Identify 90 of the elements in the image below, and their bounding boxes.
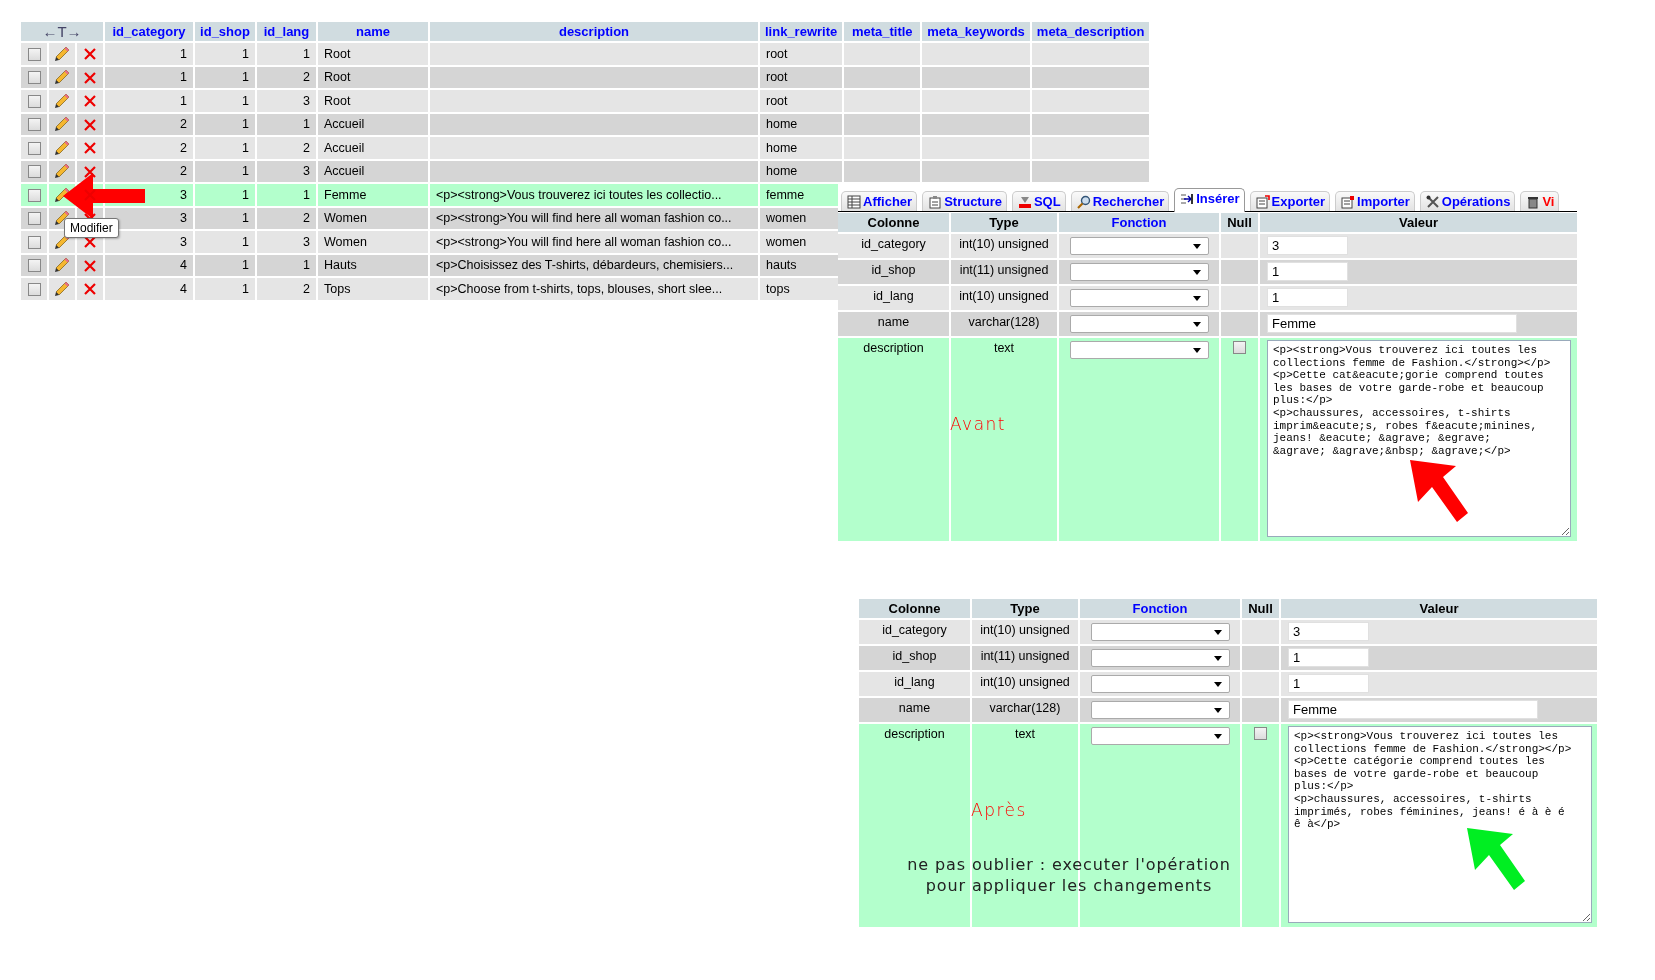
table-cell-text: 2	[179, 139, 188, 157]
note-text: pour appliquer les changements	[925, 875, 1213, 896]
column-header: Null	[1242, 599, 1279, 618]
table-cell-text: 1	[241, 280, 250, 298]
table-cell-text: 1	[241, 233, 250, 251]
table-cell-text: 4	[179, 280, 188, 298]
table-cell-text: 1	[302, 116, 311, 134]
table-cell-text: 3	[179, 186, 188, 204]
table-cell-text: 1	[241, 139, 250, 157]
table-cell-text: 1	[241, 163, 250, 181]
table-cell: varchar(128)	[951, 312, 1057, 336]
table-cell-text: home	[765, 139, 799, 157]
table-cell-text: 1	[302, 257, 311, 275]
table-cell-text: Root	[323, 45, 352, 63]
table-cell: int(11) unsigned	[972, 646, 1078, 670]
table-cell-text: Root	[323, 92, 352, 110]
table-cell-text: Women	[323, 233, 368, 251]
table-cell-text: Women	[323, 210, 368, 228]
table-cell-text: 1	[241, 45, 250, 63]
table-cell-text: 2	[179, 116, 188, 134]
table-cell-text: 1	[241, 116, 250, 134]
table-cell-text: root	[765, 45, 789, 63]
table-cell-text: <p><strong>Vous trouverez ici toutes les collectio...	[435, 186, 723, 204]
table-cell-text: 1	[241, 92, 250, 110]
table-cell: int(11) unsigned	[951, 260, 1057, 284]
table-cell: name	[838, 312, 949, 336]
table-cell-text: 2	[302, 280, 311, 298]
column-header: Colonne	[859, 599, 970, 618]
table-cell-text: <p>Choose from t-shirts, tops, blouses, short slee...	[435, 280, 724, 298]
table-cell-text: 1	[241, 186, 250, 204]
table-cell-text: Accueil	[323, 116, 366, 134]
column-header: Valeur	[1260, 213, 1577, 232]
tooltip: Modifier	[64, 218, 119, 238]
table-cell-text: 2	[302, 139, 311, 157]
table-cell: varchar(128)	[972, 698, 1078, 722]
table-cell-text: 1	[241, 257, 250, 275]
table-cell: int(10) unsigned	[972, 672, 1078, 696]
table-cell: id_category	[838, 234, 949, 258]
column-header: Valeur	[1281, 599, 1597, 618]
table-cell: int(10) unsigned	[951, 234, 1057, 258]
table-cell-text: Accueil	[323, 163, 366, 181]
table-cell-text: 3	[179, 233, 188, 251]
column-resize-header: ←T→	[21, 22, 103, 41]
table-cell-text: 2	[302, 210, 311, 228]
table-cell-text: 1	[302, 186, 311, 204]
table-cell: description	[838, 338, 949, 541]
table-cell-text: <p>Choisissez des T-shirts, débardeurs, chemisiers...	[435, 257, 735, 275]
table-cell-text: tops	[765, 280, 791, 298]
table-cell-text: 1	[179, 69, 188, 87]
table-cell-text: 1	[241, 69, 250, 87]
table-cell-text: Femme	[323, 186, 368, 204]
table-cell-text: hauts	[765, 257, 798, 275]
table-cell-text: women	[765, 233, 808, 251]
table-cell-text: home	[765, 163, 799, 181]
table-cell-text: Root	[323, 69, 352, 87]
table-cell-text: 1	[241, 210, 250, 228]
table-cell-text: root	[765, 92, 789, 110]
annotation-label: Avant	[949, 414, 1007, 434]
table-cell: id_lang	[838, 286, 949, 310]
table-cell-text: 3	[302, 163, 311, 181]
table-cell: int(10) unsigned	[951, 286, 1057, 310]
table-cell: id_shop	[859, 646, 970, 670]
column-header: Type	[972, 599, 1078, 618]
column-header: Null	[1221, 213, 1258, 232]
table-cell-text: <p><strong>You will find here all woman fashion co...	[435, 233, 733, 251]
table-cell-text: 1	[179, 45, 188, 63]
table-cell: name	[859, 698, 970, 722]
table-cell: id_shop	[838, 260, 949, 284]
table-cell-text: women	[765, 210, 808, 228]
table-cell-text: <p><strong>You will find here all woman fashion co...	[435, 210, 733, 228]
note-text: ne pas oublier : executer l'opération	[907, 854, 1231, 875]
column-header: Type	[951, 213, 1057, 232]
table-cell-text: 2	[302, 69, 311, 87]
table-cell-text: Tops	[323, 280, 352, 298]
table-cell: id_category	[859, 620, 970, 644]
table-cell-text: femme	[765, 186, 806, 204]
table-cell-text: 1	[302, 45, 311, 63]
column-header: Colonne	[838, 213, 949, 232]
table-cell-text: 3	[302, 233, 311, 251]
table-cell-text: 4	[179, 257, 188, 275]
table-cell-text: home	[765, 116, 799, 134]
annotation-label: Après	[971, 800, 1027, 820]
table-cell: id_lang	[859, 672, 970, 696]
table-cell-text: 1	[179, 92, 188, 110]
table-cell-text: Hauts	[323, 257, 358, 275]
table-cell-text: Accueil	[323, 139, 366, 157]
table-cell-text: 3	[302, 92, 311, 110]
table-cell: int(10) unsigned	[972, 620, 1078, 644]
table-cell-text: root	[765, 69, 789, 87]
table-cell-text: 2	[179, 163, 188, 181]
